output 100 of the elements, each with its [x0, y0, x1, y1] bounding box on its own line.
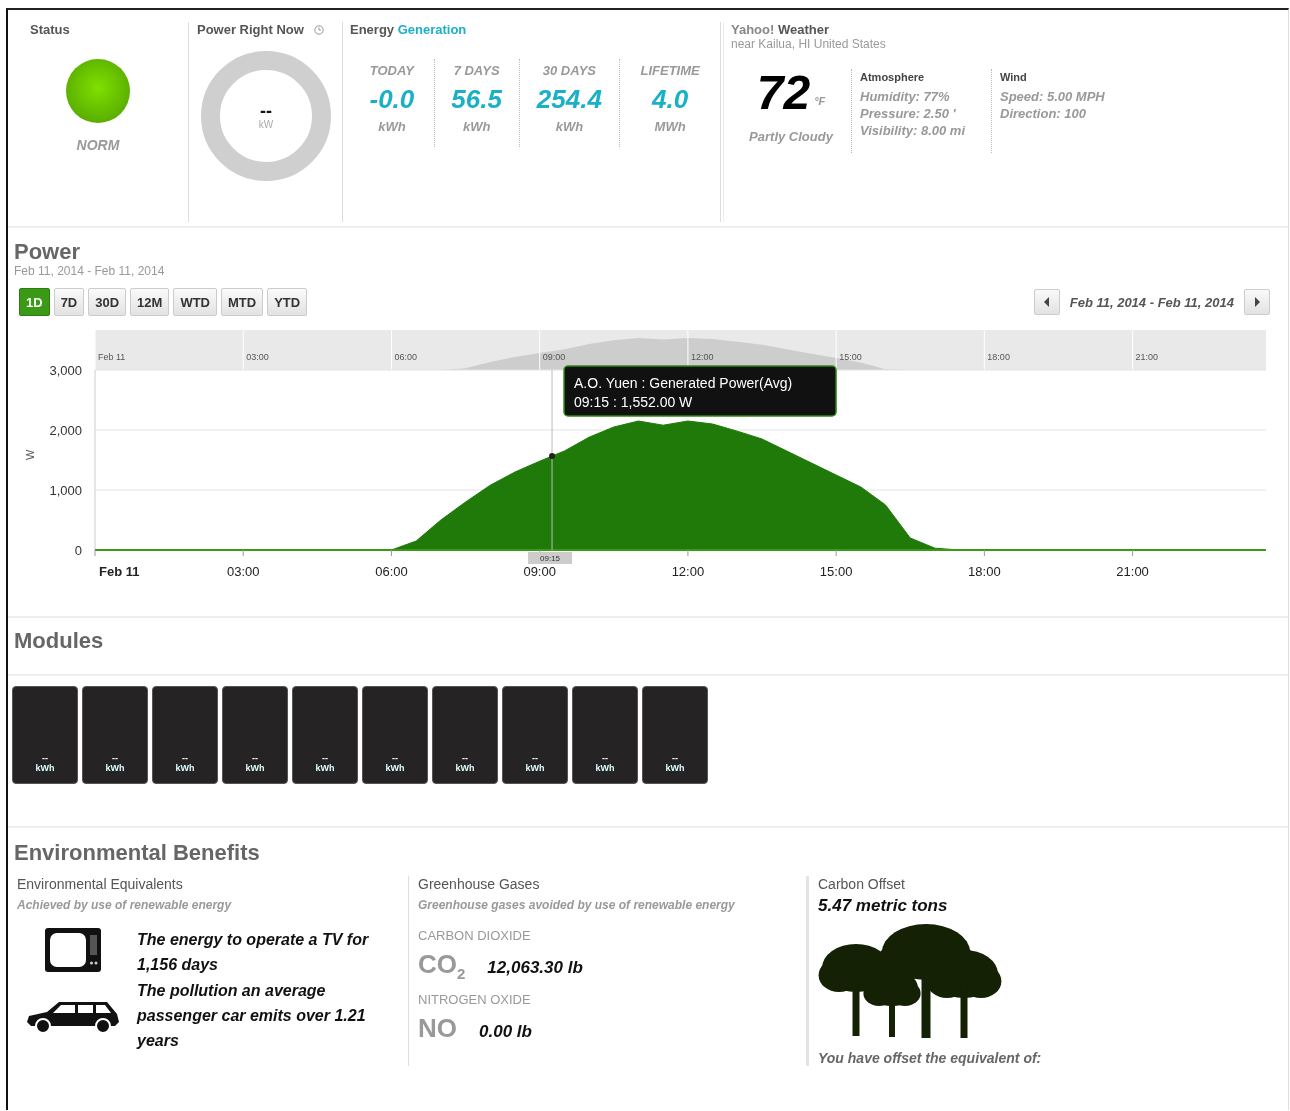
- previous-button[interactable]: [1033, 289, 1060, 315]
- navigator-label: 21:00: [1135, 352, 1159, 362]
- module-unit: kWh: [595, 763, 615, 773]
- module-unit: kWh: [385, 763, 405, 773]
- x-axis-label: Feb 11: [99, 564, 140, 579]
- x-axis-label: 03:00: [226, 564, 260, 579]
- section-title: Modules: [14, 628, 104, 653]
- module-unit: kWh: [455, 763, 475, 773]
- navigator-label: 18:00: [987, 352, 1010, 362]
- stat-unit: kWh: [378, 119, 406, 134]
- module-unit: kWh: [525, 763, 545, 773]
- equivalent-text: The energy to operate a TV for 1,156 days: [137, 930, 370, 975]
- module-unit: kWh: [245, 763, 265, 773]
- panel-title: Power Right Now: [197, 22, 304, 37]
- section-title: Power: [14, 240, 82, 264]
- panel-subtitle: Achieved by use of renewable energy: [17, 897, 233, 914]
- stat-label: TODAY: [369, 63, 415, 78]
- x-axis-label: 09:00: [523, 564, 556, 579]
- range-button[interactable]: 7D: [53, 288, 85, 316]
- module-value: --: [182, 753, 188, 763]
- stat-value: 254.4: [536, 84, 602, 115]
- navigator-label: 12:00: [690, 352, 714, 362]
- carbon-amount: 5.47 metric tons: [818, 896, 949, 916]
- module-value: --: [322, 753, 328, 763]
- caret-icon: [1253, 297, 1261, 307]
- x-axis-label: 21:00: [1116, 564, 1149, 579]
- status-text: NORM: [76, 137, 120, 153]
- y-axis-label: 3,000: [49, 363, 82, 378]
- next-button[interactable]: [1244, 289, 1270, 315]
- panel-subtitle: Greenhouse gases avoided by use of renewable energy: [418, 897, 736, 914]
- carbon-caption: You have offset the equivalent of:: [818, 1050, 1043, 1066]
- navigator-label: Feb 11: [98, 352, 126, 362]
- section-title: Environmental Benefits: [14, 840, 261, 866]
- gas-name: CARBON DIOXIDE: [418, 928, 532, 943]
- panel-title: Carbon Offset: [818, 876, 906, 892]
- stat-value: -0.0: [369, 84, 415, 115]
- stat-label: LIFETIME: [640, 63, 700, 78]
- range-button[interactable]: 30D: [88, 288, 127, 316]
- module-value: --: [602, 753, 608, 763]
- module-value: --: [672, 753, 678, 763]
- panel-title: Environmental Equivalents: [17, 876, 184, 892]
- weather-reading: Speed: 5.00 MPH: [1000, 89, 1105, 104]
- temperature-unit: °F: [814, 95, 826, 107]
- y-axis-label: 1,000: [49, 483, 82, 498]
- module-value: --: [112, 753, 118, 763]
- stat-unit: kWh: [462, 119, 491, 134]
- module-unit: kWh: [35, 763, 55, 773]
- x-axis-label: 12:00: [671, 564, 705, 579]
- y-axis-label: 2,000: [49, 423, 82, 438]
- stat-label: 7 DAYS: [453, 63, 500, 78]
- range-button[interactable]: 1D: [19, 288, 50, 316]
- gas-formula: CO$_{2}$: [418, 949, 466, 983]
- y-axis-label: 0: [74, 543, 82, 558]
- panel-title: Greenhouse Gases: [418, 876, 541, 892]
- module-value: --: [392, 753, 398, 763]
- navigator-label: 09:00: [542, 352, 566, 362]
- stat-label: 30 DAYS: [542, 63, 596, 78]
- x-axis-label: 15:00: [819, 564, 853, 579]
- weather-reading: Visibility: 8.00 mi: [860, 123, 967, 138]
- module-unit: kWh: [665, 763, 685, 773]
- y-axis-title: W: [24, 449, 36, 460]
- stat-unit: kWh: [555, 119, 584, 134]
- weather-reading: Humidity: 77%: [860, 89, 951, 104]
- module-value: --: [462, 753, 468, 763]
- panel-title: Energy Generation: [350, 22, 468, 37]
- tooltip-title: A.O. Yuen : Generated Power(Avg): [574, 375, 793, 391]
- weather-condition: Partly Cloudy: [749, 129, 833, 144]
- tooltip-value: 09:15 : 1,552.00 W: [574, 394, 693, 410]
- range-button[interactable]: MTD: [221, 288, 264, 316]
- weather-reading: Direction: 100: [1000, 106, 1087, 121]
- gas-formula: NO: [418, 1013, 457, 1045]
- caret-icon: [1042, 297, 1051, 307]
- range-button[interactable]: 12M: [130, 288, 170, 316]
- data-point: [549, 453, 556, 460]
- status-label: Status: [30, 22, 70, 37]
- gas-name: NITROGEN OXIDE: [418, 992, 532, 1008]
- weather-reading: Pressure: 2.50 ': [860, 106, 957, 121]
- weather-heading: Atmosphere: [860, 71, 926, 83]
- power-value: --: [260, 102, 272, 119]
- gas-amount: 0.00 lb: [479, 1022, 532, 1043]
- range-button[interactable]: WTD: [173, 288, 217, 316]
- range-button[interactable]: YTD: [267, 288, 308, 316]
- gas-amount: 12,063.30 lb: [487, 958, 583, 978]
- date-range: Feb 11, 2014 - Feb 11, 2014: [14, 264, 166, 278]
- equivalent-text: The pollution an average passenger car emits over 1.21 years: [137, 981, 367, 1051]
- module-unit: kWh: [105, 763, 125, 773]
- x-axis-label: 18:00: [968, 564, 1001, 579]
- module-value: --: [42, 753, 48, 763]
- clock-icon: [313, 24, 324, 35]
- module-unit: kWh: [175, 763, 195, 773]
- module-value: --: [252, 753, 258, 763]
- chart-date-range: Feb 11, 2014 - Feb 11, 2014: [1069, 294, 1234, 310]
- x-axis-label: 06:00: [375, 564, 408, 579]
- temperature: 72: [756, 69, 811, 117]
- module-value: --: [532, 753, 538, 763]
- weather-heading: Wind: [1000, 71, 1028, 83]
- power-unit: kW: [258, 118, 274, 130]
- crosshair-label: 09:15: [540, 554, 561, 563]
- stat-unit: MWh: [654, 119, 686, 134]
- navigator-label: 03:00: [246, 352, 269, 362]
